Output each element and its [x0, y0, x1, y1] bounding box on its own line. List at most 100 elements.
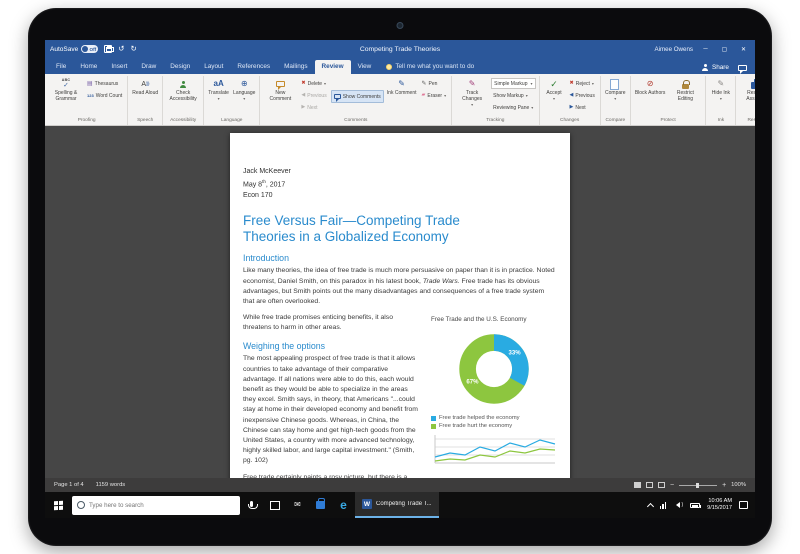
tab-home[interactable]: Home — [73, 60, 104, 74]
zoom-slider[interactable] — [679, 485, 717, 486]
toggle-knob — [82, 46, 88, 52]
delete-comment-button[interactable]: ✖Delete▾ — [299, 78, 328, 89]
redo-icon[interactable]: ↻ — [130, 45, 136, 53]
ribbon-group-resume: Resume Assistant Resume — [736, 76, 755, 125]
save-icon[interactable] — [104, 45, 112, 53]
eraser-button[interactable]: ▰Eraser▾ — [420, 90, 449, 101]
restore-button[interactable]: ▢ — [718, 40, 731, 58]
resume-assistant-button[interactable]: Resume Assistant — [739, 76, 755, 117]
network-icon[interactable] — [660, 502, 667, 509]
word-count-indicator[interactable]: 1159 words — [96, 482, 126, 488]
microphone-button[interactable] — [240, 492, 263, 518]
show-markup-button[interactable]: Show Markup▾ — [491, 90, 535, 101]
task-view-button[interactable] — [263, 492, 286, 518]
web-layout-view-icon[interactable] — [658, 482, 665, 488]
task-view-icon — [270, 501, 280, 510]
translate-button[interactable]: aA Translate ▾ — [207, 76, 230, 117]
signed-in-user[interactable]: Aimee Owens — [654, 46, 693, 53]
legend-swatch-blue — [431, 416, 436, 421]
autosave-switch[interactable]: Off — [81, 45, 98, 53]
doc-title: Free Versus Fair—Competing Trade Theorie… — [243, 213, 511, 245]
share-button[interactable]: Share — [702, 64, 729, 71]
doc-paragraph-intro: Like many theories, the idea of free tra… — [243, 266, 557, 307]
tab-file[interactable]: File — [49, 60, 73, 74]
pen-button[interactable]: ✎Pen — [420, 78, 449, 89]
battery-icon[interactable] — [690, 503, 700, 508]
read-aloud-button[interactable]: A))) Read Aloud — [131, 76, 159, 117]
zoom-level[interactable]: 100% — [731, 482, 746, 488]
block-authors-button[interactable]: ⊘ Block Authors — [634, 76, 667, 117]
lock-icon — [682, 78, 689, 90]
autosave-label: AutoSave — [50, 46, 78, 53]
taskbar-clock[interactable]: 10:06 AM 9/15/2017 — [707, 498, 732, 513]
next-change-button[interactable]: ▶Next — [568, 102, 597, 113]
read-mode-view-icon[interactable] — [634, 482, 641, 488]
zoom-out-button[interactable]: − — [670, 482, 674, 489]
tab-insert[interactable]: Insert — [104, 60, 134, 74]
zoom-in-button[interactable]: + — [722, 482, 726, 489]
restrict-editing-button[interactable]: Restrict Editing — [668, 76, 702, 117]
mail-app-button[interactable]: ✉ — [286, 492, 309, 518]
reviewing-pane-button[interactable]: Reviewing Pane▾ — [491, 102, 535, 113]
language-button[interactable]: ⊕ Language ▾ — [232, 76, 256, 117]
clock-date: 9/15/2017 — [707, 505, 732, 512]
accept-button[interactable]: ✓ Accept ▾ — [543, 76, 566, 117]
tab-review[interactable]: Review — [315, 60, 351, 74]
document-canvas[interactable]: Jack McKeever May 8th, 2017 Econ 170 Fre… — [45, 126, 755, 478]
lightbulb-icon — [386, 64, 392, 70]
thesaurus-button[interactable]: ▤Thesaurus — [85, 78, 124, 89]
zoom-slider-thumb[interactable] — [696, 483, 699, 488]
previous-change-button[interactable]: ◀Previous — [568, 90, 597, 101]
start-button[interactable] — [45, 492, 72, 518]
translate-icon: aA — [214, 78, 224, 90]
page-indicator[interactable]: Page 1 of 4 — [54, 482, 84, 488]
action-center-icon[interactable] — [739, 501, 748, 509]
chart-title: Free Trade and the U.S. Economy — [431, 316, 557, 323]
check-accessibility-button[interactable]: Check Accessibility — [166, 76, 200, 117]
volume-icon[interactable]: ) — [673, 502, 683, 508]
word-count-button[interactable]: 123Word Count — [85, 90, 124, 101]
undo-icon[interactable]: ↺ — [118, 45, 124, 53]
reject-button[interactable]: ✖Reject▾ — [568, 78, 597, 89]
show-hidden-icons-chevron[interactable] — [647, 502, 654, 509]
tab-mailings[interactable]: Mailings — [277, 60, 314, 74]
taskbar-search[interactable] — [72, 496, 240, 515]
search-input[interactable] — [89, 502, 235, 509]
autosave-toggle[interactable]: AutoSave Off — [50, 45, 98, 53]
store-app-button[interactable] — [309, 492, 332, 518]
print-layout-view-icon[interactable] — [646, 482, 653, 488]
group-label-speech: Speech — [131, 117, 159, 125]
donut-chart: 33% 67% — [431, 325, 557, 413]
hide-ink-button[interactable]: ✎ Hide Ink ▾ — [709, 76, 732, 117]
dropdown-arrow-icon: ▾ — [243, 97, 245, 101]
ink-comment-button[interactable]: ✎ Ink Comment — [386, 76, 418, 117]
tab-layout[interactable]: Layout — [197, 60, 230, 74]
donut-label-blue: 33% — [508, 350, 521, 356]
tab-view[interactable]: View — [351, 60, 379, 74]
comments-panel-icon[interactable] — [738, 65, 747, 71]
globe-icon: ⊕ — [241, 78, 248, 90]
spelling-grammar-button[interactable]: ABC✓ Spelling & Grammar — [49, 76, 83, 117]
show-comments-button[interactable]: Show Comments — [331, 90, 384, 103]
display-for-review-combobox[interactable]: Simple Markup▾ — [491, 78, 535, 89]
edge-app-button[interactable]: e — [332, 492, 355, 518]
document-page[interactable]: Jack McKeever May 8th, 2017 Econ 170 Fre… — [230, 133, 570, 478]
next-comment-button[interactable]: ▶Next — [299, 102, 328, 113]
briefcase-icon — [751, 78, 755, 90]
compare-button[interactable]: Compare ▾ — [604, 76, 627, 117]
word-app-icon: W — [362, 499, 372, 509]
close-button[interactable]: ✕ — [737, 40, 750, 58]
track-changes-button[interactable]: ✎ Track Changes ▾ — [455, 76, 489, 117]
tell-me-box[interactable]: Tell me what you want to do — [378, 60, 482, 74]
tab-references[interactable]: References — [230, 60, 277, 74]
dropdown-arrow-icon: ▾ — [531, 106, 533, 110]
word-taskbar-button[interactable]: W Competing Trade T... — [355, 492, 439, 518]
tab-draw[interactable]: Draw — [134, 60, 163, 74]
tab-design[interactable]: Design — [163, 60, 197, 74]
previous-comment-button[interactable]: ◀Previous — [299, 90, 328, 101]
embedded-chart[interactable]: Free Trade and the U.S. Economy 33% 67% … — [431, 316, 557, 472]
reject-icon: ✖ — [570, 81, 574, 86]
screen: AutoSave Off ↺ ↻ Competing Trade Theorie… — [45, 40, 755, 518]
minimize-button[interactable]: ─ — [699, 40, 712, 58]
new-comment-button[interactable]: New Comment — [263, 76, 297, 117]
